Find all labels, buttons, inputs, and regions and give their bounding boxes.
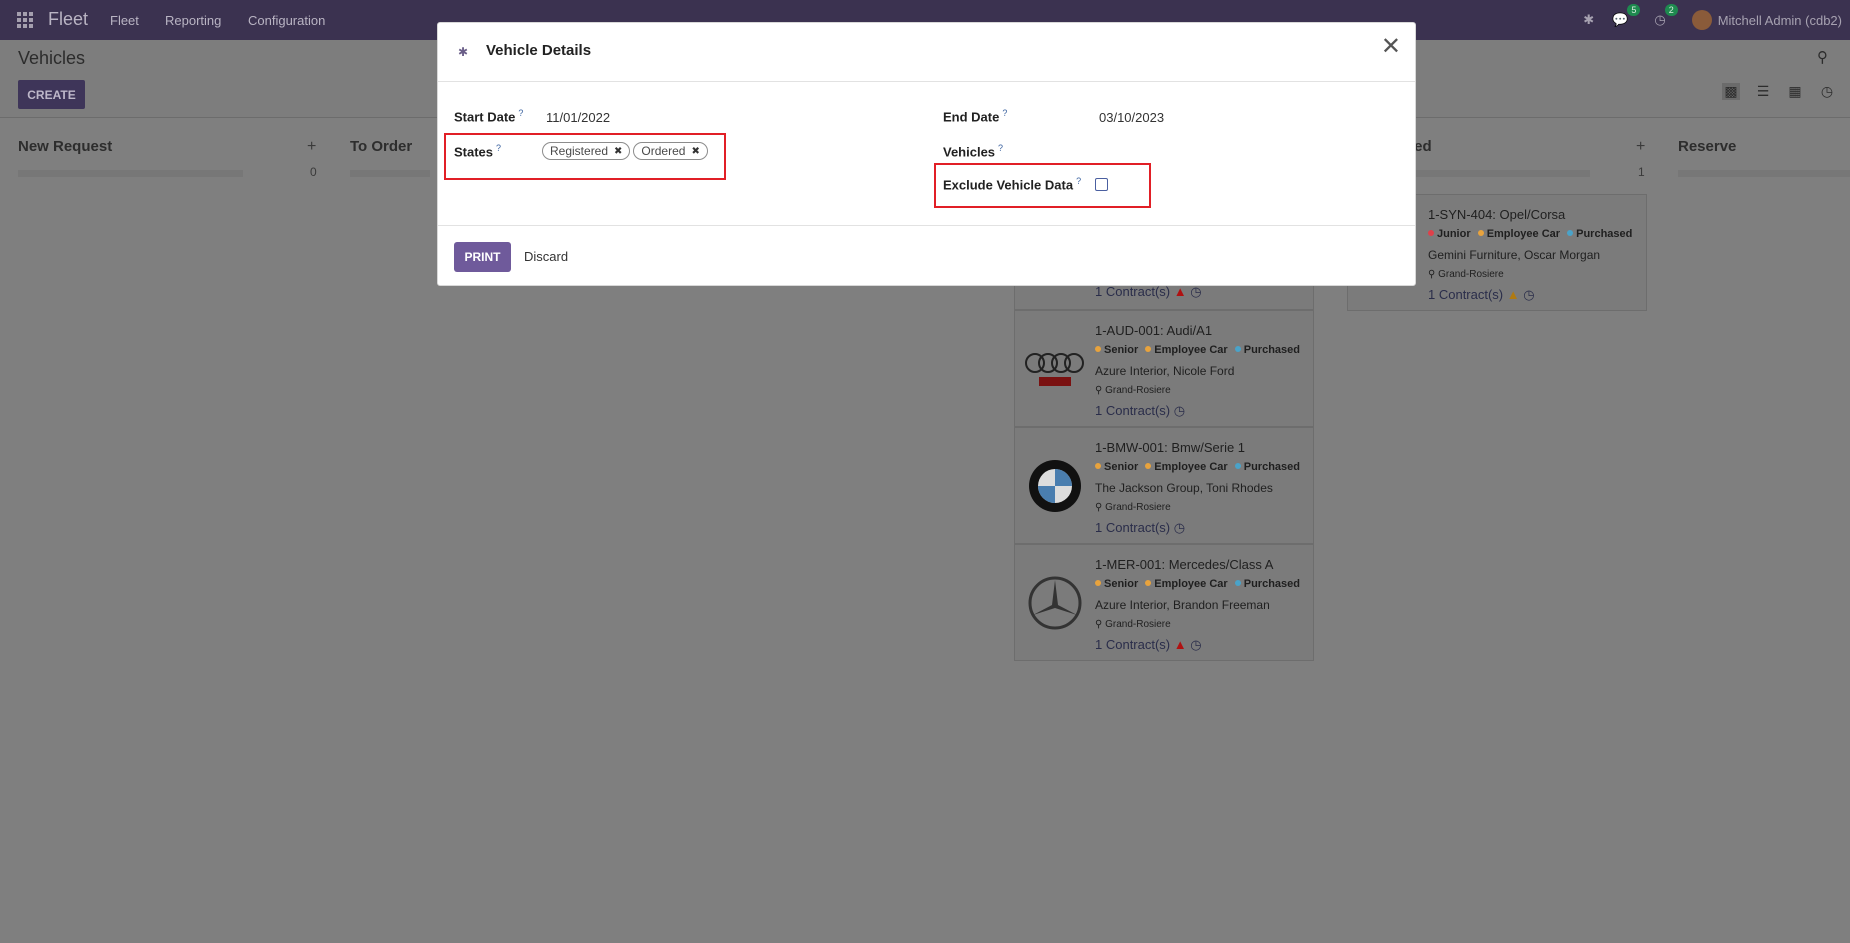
list-view-icon[interactable]: ☰ [1754,83,1772,100]
discard-button[interactable]: Discard [524,249,568,264]
vehicle-location: ⚲ Grand-Rosiere [1095,385,1171,396]
states-label: States? [454,143,502,160]
apps-grid-icon[interactable] [17,12,33,28]
close-button[interactable]: ✕ [1381,35,1401,59]
vehicle-title[interactable]: 1-AUD-001: Audi/A1 [1095,323,1212,338]
contracts-link[interactable]: 1 Contract(s) ◷ [1095,520,1185,536]
search-icon[interactable]: ⚲ [1817,48,1828,66]
contracts-link[interactable]: 1 Contract(s) ▲ ◷ [1095,284,1202,300]
vehicle-card[interactable]: 1-BMW-001: Bmw/Serie 1 Senior Employee C… [1014,427,1314,544]
mercedes-logo-icon [1028,576,1082,630]
column-progress-bar [1678,170,1850,177]
column-count: 0 [310,165,317,179]
pivot-view-icon[interactable]: ▦ [1786,83,1804,100]
column-add-icon[interactable]: + [1636,138,1645,156]
print-button[interactable]: PRINT [454,242,511,272]
vehicle-people: Gemini Furniture, Oscar Morgan [1428,248,1601,262]
states-tags-field[interactable]: Registered ✖ Ordered ✖ [542,142,711,160]
warning-icon: ▲ [1173,637,1187,652]
user-menu[interactable]: Mitchell Admin (cdb2) [1691,10,1842,30]
vehicle-tags: Junior Employee Car Purchased [1428,228,1632,240]
column-title-to-order[interactable]: To Order [350,138,412,155]
vehicle-people: Azure Interior, Brandon Freeman [1095,598,1270,612]
vehicle-tags: Senior Employee Car Purchased [1095,461,1300,473]
column-title-reserve[interactable]: Reserve [1678,138,1736,155]
page-title: Vehicles [18,48,86,68]
menu-configuration[interactable]: Configuration [248,13,325,28]
exclude-vehicle-data-label: Exclude Vehicle Data? [943,176,1082,193]
vehicle-people: Azure Interior, Nicole Ford [1095,364,1235,378]
activity-view-icon[interactable]: ◷ [1818,83,1836,100]
column-progress-bar [18,170,243,177]
vehicle-card[interactable]: 1-MER-001: Mercedes/Class A Senior Emplo… [1014,544,1314,661]
activity-clock-icon[interactable]: ◷ 2 [1654,4,1678,28]
view-switcher: ▩ ☰ ▦ ◷ [1722,83,1836,100]
clock-icon: ◷ [1523,287,1535,302]
remove-tag-icon[interactable]: ✖ [691,146,699,157]
dialog-header: ✱ Vehicle Details ✕ [438,23,1415,82]
vehicle-people: The Jackson Group, Toni Rhodes [1095,481,1273,495]
app-brand[interactable]: Fleet [48,9,88,30]
contracts-link[interactable]: 1 Contract(s) ▲ ◷ [1095,637,1202,653]
create-button[interactable]: CREATE [18,80,85,109]
column-progress-bar [350,170,430,177]
clock-icon: ◷ [1173,403,1186,418]
activity-count-badge: 2 [1664,4,1678,16]
state-tag-ordered: Ordered ✖ [633,142,708,160]
warning-icon: ▲ [1173,284,1187,299]
start-date-field[interactable]: 11/01/2022 [546,110,610,125]
warning-icon: ▲ [1506,287,1520,302]
vehicle-tags: Senior Employee Car Purchased [1095,344,1300,356]
vehicle-title[interactable]: 1-MER-001: Mercedes/Class A [1095,557,1273,572]
bug-icon: ✱ [458,45,469,59]
menu-fleet[interactable]: Fleet [110,13,139,28]
state-tag-registered: Registered ✖ [542,142,631,160]
vehicle-details-dialog: ✱ Vehicle Details ✕ Start Date? 11/01/20… [437,22,1416,286]
start-date-label: Start Date? [454,108,524,125]
column-count: 1 [1638,165,1645,179]
clock-icon: ◷ [1173,520,1186,535]
user-name: Mitchell Admin (cdb2) [1717,12,1842,28]
column-progress-bar [1405,170,1590,177]
vehicle-title[interactable]: 1-SYN-404: Opel/Corsa [1428,207,1565,222]
contracts-link[interactable]: 1 Contract(s) ◷ [1095,403,1185,419]
vehicle-card[interactable]: 1-AUD-001: Audi/A1 Senior Employee Car P… [1014,310,1314,427]
column-title-new-request[interactable]: New Request [18,138,112,155]
vehicle-location: ⚲ Grand-Rosiere [1095,619,1171,630]
chat-count-badge: 5 [1627,4,1641,16]
kanban-view-icon[interactable]: ▩ [1722,83,1740,100]
end-date-field[interactable]: 03/10/2023 [1099,110,1164,125]
bug-icon[interactable]: ✱ [1583,12,1594,28]
chat-icon[interactable]: 💬 5 [1612,4,1641,28]
avatar [1691,10,1712,30]
vehicle-location: ⚲ Grand-Rosiere [1095,502,1171,513]
end-date-label: End Date? [943,108,1008,125]
dialog-title: Vehicle Details [486,42,592,59]
vehicle-location: ⚲ Grand-Rosiere [1428,269,1504,280]
menu-reporting[interactable]: Reporting [165,13,221,28]
column-add-icon[interactable]: + [307,138,316,156]
clock-icon: ◷ [1190,284,1202,299]
remove-tag-icon[interactable]: ✖ [614,146,622,157]
vehicles-label: Vehicles? [943,143,1004,160]
exclude-vehicle-data-checkbox[interactable] [1095,178,1108,191]
audi-logo-icon [1025,353,1084,386]
dialog-footer-divider [438,225,1415,226]
vehicle-title[interactable]: 1-BMW-001: Bmw/Serie 1 [1095,440,1245,455]
contracts-link[interactable]: 1 Contract(s) ▲ ◷ [1428,287,1535,303]
vehicle-tags: Senior Employee Car Purchased [1095,578,1300,590]
bmw-logo-icon [1029,460,1081,512]
clock-icon: ◷ [1190,637,1202,652]
